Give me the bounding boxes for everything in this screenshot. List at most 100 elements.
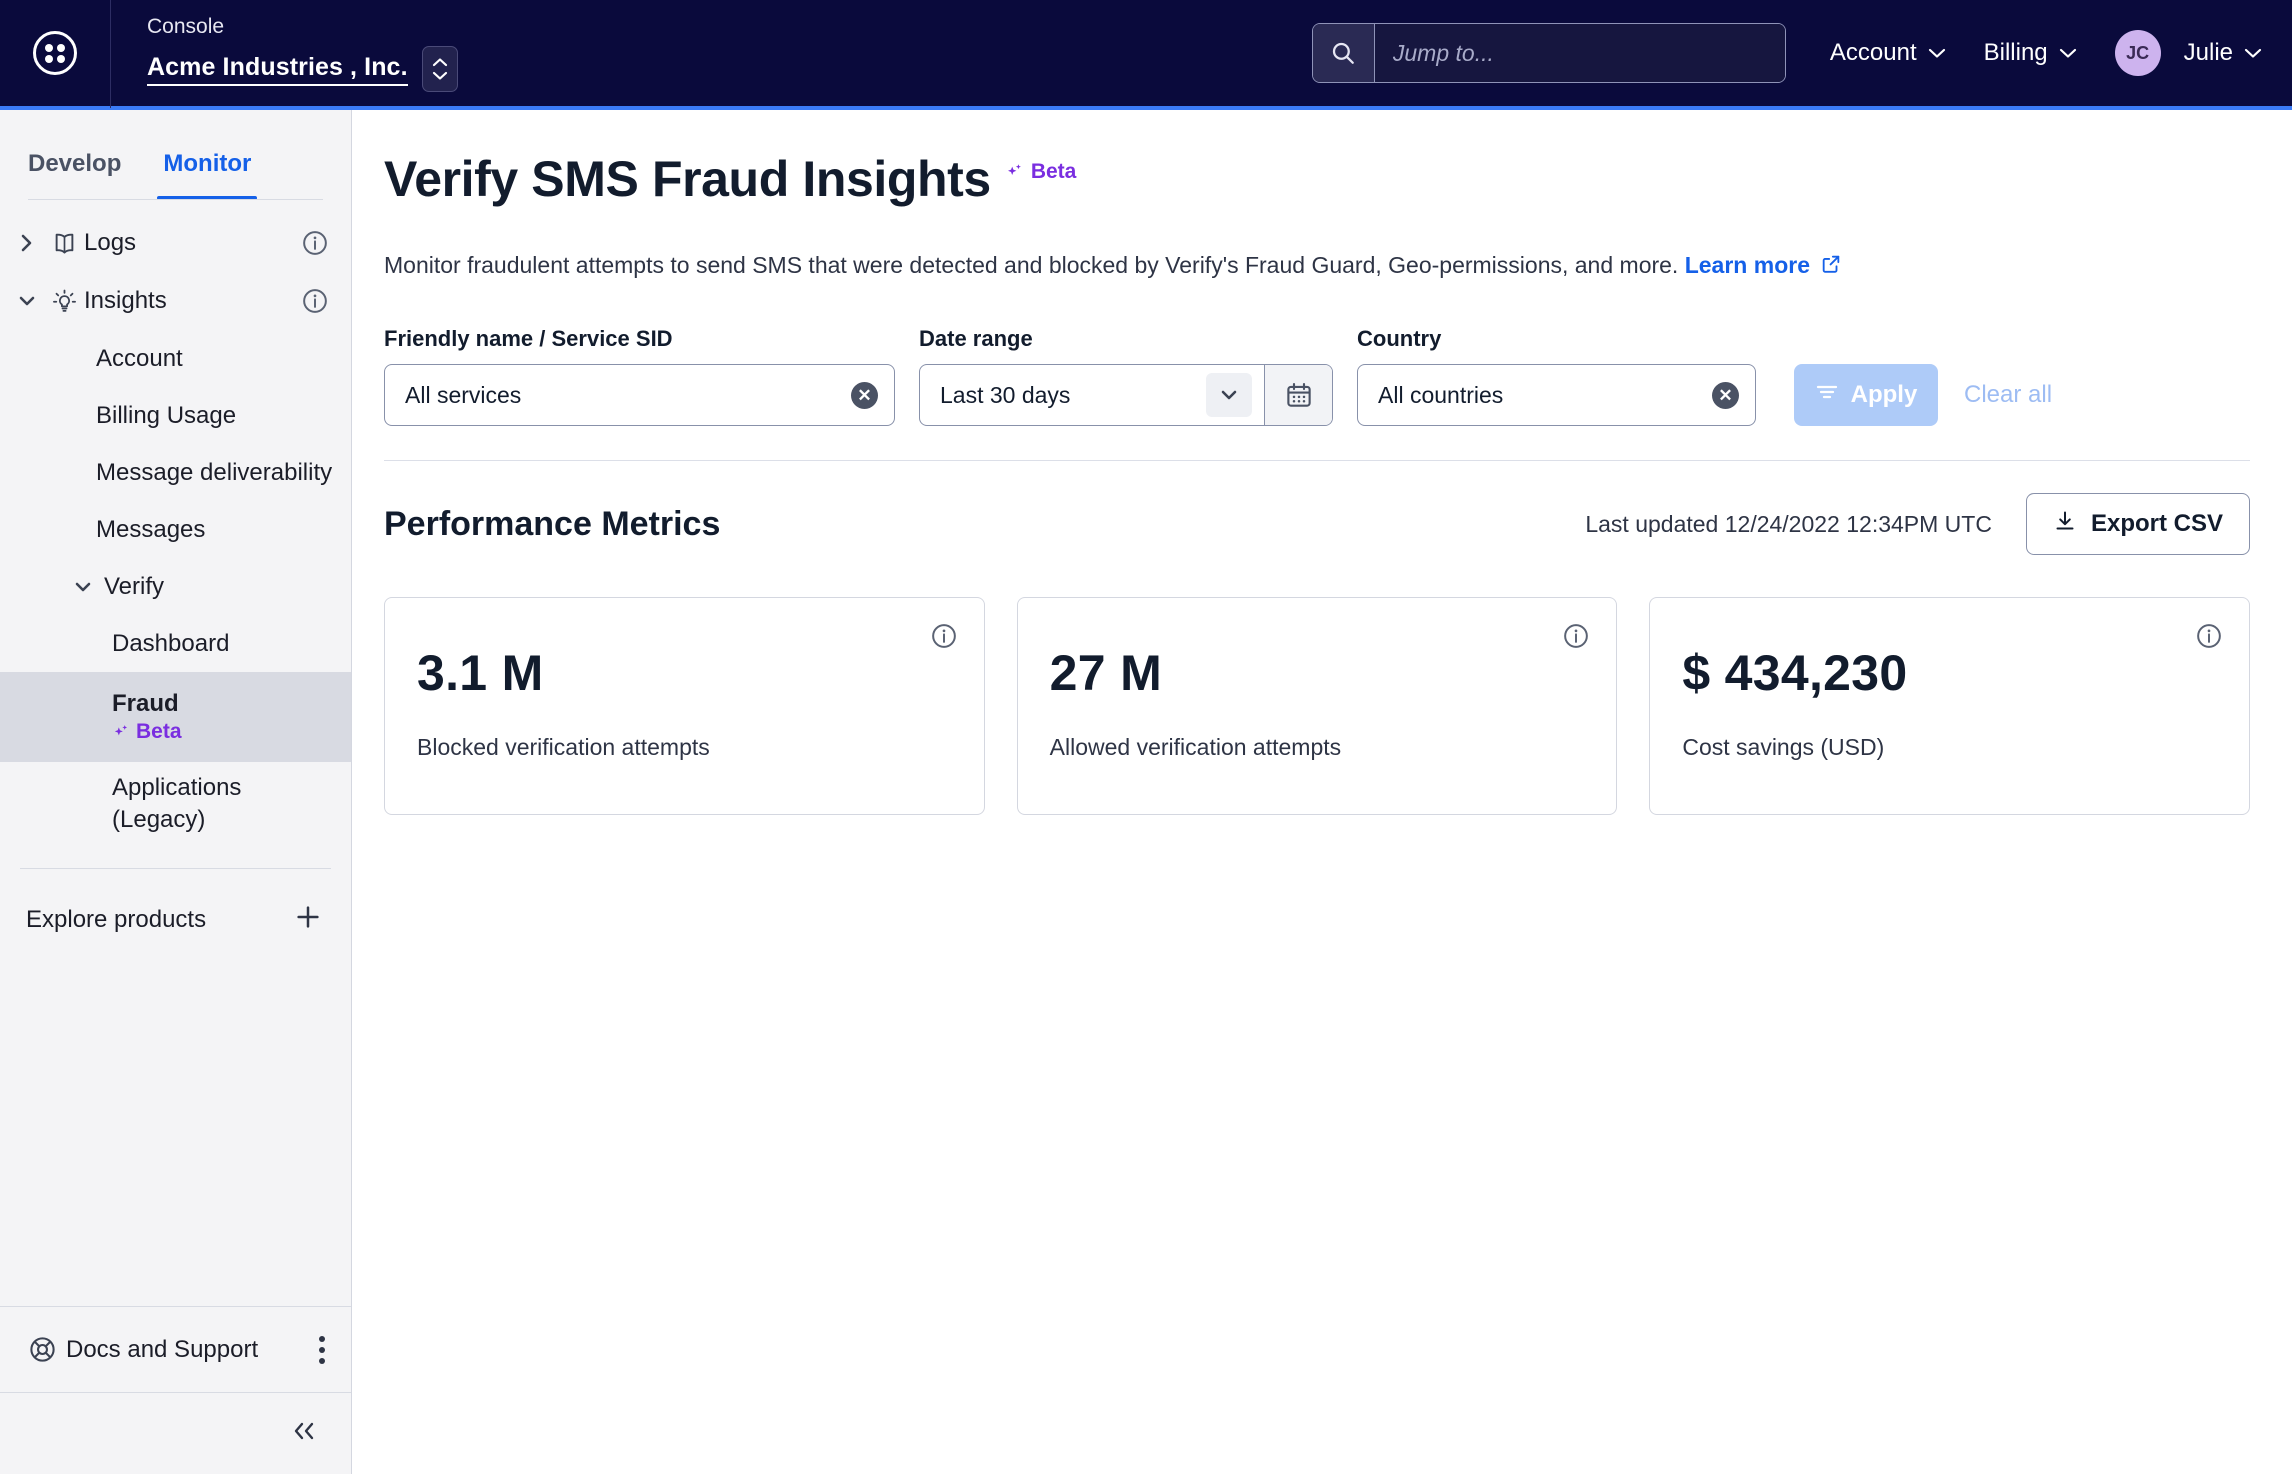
filters-divider (384, 460, 2250, 461)
logo-circle-icon (33, 31, 77, 75)
book-icon (44, 230, 84, 257)
sidebar-item-billing-usage[interactable]: Billing Usage (0, 387, 351, 444)
jump-to-search[interactable] (1312, 23, 1786, 83)
chevron-up-icon (432, 57, 448, 67)
sidebar-item-fraud-label: Fraud (112, 690, 182, 718)
tab-develop[interactable]: Develop (28, 132, 121, 200)
apply-button[interactable]: Apply (1794, 364, 1938, 426)
sidebar: Develop Monitor (0, 110, 352, 1474)
account-row: Acme Industries , Inc. (147, 46, 458, 92)
account-menu[interactable]: Account (1830, 39, 1946, 67)
metric-card-blocked-value: 3.1 M (417, 642, 952, 704)
info-icon[interactable] (301, 287, 329, 315)
sidebar-item-dashboard[interactable]: Dashboard (0, 615, 351, 672)
date-range-select[interactable]: Last 30 days (920, 365, 1264, 425)
info-icon[interactable] (301, 229, 329, 257)
page-header: Verify SMS Fraud Insights Beta (384, 110, 2250, 210)
docs-and-support-row[interactable]: Docs and Support (0, 1306, 351, 1392)
date-range-control[interactable]: Last 30 days (919, 364, 1333, 426)
avatar: JC (2115, 30, 2161, 76)
collapse-sidebar-button[interactable] (0, 1392, 351, 1474)
explore-products-row[interactable]: Explore products (0, 883, 351, 957)
chevron-down-icon (1928, 48, 1946, 59)
tab-monitor[interactable]: Monitor (163, 132, 251, 200)
learn-more-link[interactable]: Learn more (1685, 252, 1810, 278)
billing-menu-label: Billing (1984, 39, 2048, 67)
page-title: Verify SMS Fraud Insights (384, 148, 991, 210)
apply-button-label: Apply (1851, 381, 1918, 409)
metric-card-allowed-label: Allowed verification attempts (1050, 734, 1585, 761)
sidebar-item-fraud[interactable]: Fraud Beta (0, 672, 351, 762)
sidebar-item-message-deliverability-label: Message deliverability (96, 459, 332, 487)
app-body: Develop Monitor (0, 110, 2292, 1474)
sidebar-item-dashboard-label: Dashboard (112, 630, 229, 658)
beta-badge-label: Beta (136, 720, 182, 744)
logo-dots-icon (45, 44, 66, 63)
date-range-field: Date range Last 30 days (919, 326, 1333, 426)
account-switch-button[interactable] (422, 46, 458, 92)
service-filter-field: Friendly name / Service SID All services… (384, 326, 895, 426)
filter-lines-icon (1815, 381, 1839, 409)
sidebar-item-logs[interactable]: Logs (0, 214, 351, 272)
sidebar-item-verify-label: Verify (104, 573, 164, 601)
explore-products-label: Explore products (26, 906, 206, 934)
clear-country-icon[interactable]: ✕ (1712, 382, 1739, 409)
last-updated-text: Last updated 12/24/2022 12:34PM UTC (1585, 511, 1992, 538)
sidebar-item-billing-usage-label: Billing Usage (96, 402, 236, 430)
sidebar-item-message-deliverability[interactable]: Message deliverability (0, 444, 351, 501)
plus-icon[interactable] (293, 902, 323, 938)
info-icon[interactable] (930, 622, 958, 655)
sparkle-icon (112, 723, 131, 742)
metric-card-cost-savings: $ 434,230 Cost savings (USD) (1649, 597, 2250, 815)
info-icon[interactable] (2195, 622, 2223, 655)
docs-and-support-label: Docs and Support (66, 1336, 258, 1364)
metric-card-blocked-label: Blocked verification attempts (417, 734, 952, 761)
topbar-right-section: Account Billing JC Julie (1312, 23, 2292, 83)
chevron-down-icon (10, 294, 44, 308)
external-link-icon[interactable] (1820, 250, 1842, 284)
sidebar-item-messages[interactable]: Messages (0, 501, 351, 558)
account-name-link[interactable]: Acme Industries , Inc. (147, 53, 408, 86)
sidebar-item-applications-legacy[interactable]: Applications (Legacy) (0, 762, 351, 846)
clear-all-button[interactable]: Clear all (1964, 364, 2052, 426)
info-icon[interactable] (1562, 622, 1590, 655)
sidebar-item-logs-label: Logs (84, 229, 136, 257)
kebab-menu-icon[interactable] (319, 1336, 325, 1364)
page-description: Monitor fraudulent attempts to send SMS … (384, 248, 2250, 284)
main-content: Verify SMS Fraud Insights Beta Monitor f… (352, 110, 2292, 1474)
metric-card-blocked: 3.1 M Blocked verification attempts (384, 597, 985, 815)
search-input[interactable] (1375, 24, 1785, 82)
clear-service-icon[interactable]: ✕ (851, 382, 878, 409)
service-filter-label: Friendly name / Service SID (384, 326, 895, 352)
date-range-value: Last 30 days (940, 382, 1070, 409)
export-csv-button[interactable]: Export CSV (2026, 493, 2250, 555)
lifebuoy-icon (18, 1335, 66, 1364)
service-filter-input[interactable]: All services ✕ (384, 364, 895, 426)
metrics-header: Performance Metrics Last updated 12/24/2… (384, 493, 2250, 555)
country-filter-field: Country All countries ✕ (1357, 326, 1756, 426)
user-menu[interactable]: JC Julie (2115, 30, 2262, 76)
billing-menu[interactable]: Billing (1984, 39, 2077, 67)
page-beta-badge: Beta (1005, 160, 1077, 184)
metric-card-allowed: 27 M Allowed verification attempts (1017, 597, 1618, 815)
metric-cards: 3.1 M Blocked verification attempts 27 M… (384, 597, 2250, 815)
sidebar-item-fraud-content: Fraud Beta (112, 690, 182, 744)
search-icon (1313, 24, 1375, 82)
chevron-down-icon[interactable] (1206, 373, 1252, 417)
chevron-down-icon (62, 580, 104, 594)
brand-logo[interactable] (0, 0, 111, 108)
sidebar-item-insights[interactable]: Insights (0, 272, 351, 330)
sidebar-item-messages-label: Messages (96, 516, 205, 544)
country-filter-input[interactable]: All countries ✕ (1357, 364, 1756, 426)
page-beta-badge-label: Beta (1031, 160, 1077, 184)
sidebar-nav: Logs (0, 200, 351, 957)
metric-card-cost-savings-value: $ 434,230 (1682, 642, 2217, 704)
sidebar-item-account-label: Account (96, 345, 183, 373)
calendar-icon[interactable] (1264, 365, 1332, 425)
sparkle-icon (1005, 162, 1025, 182)
sidebar-item-verify[interactable]: Verify (0, 558, 351, 615)
sidebar-item-insights-label: Insights (84, 287, 167, 315)
sidebar-item-account[interactable]: Account (0, 330, 351, 387)
chevron-right-icon (10, 233, 44, 253)
account-switcher-block: Console Acme Industries , Inc. (147, 14, 458, 92)
